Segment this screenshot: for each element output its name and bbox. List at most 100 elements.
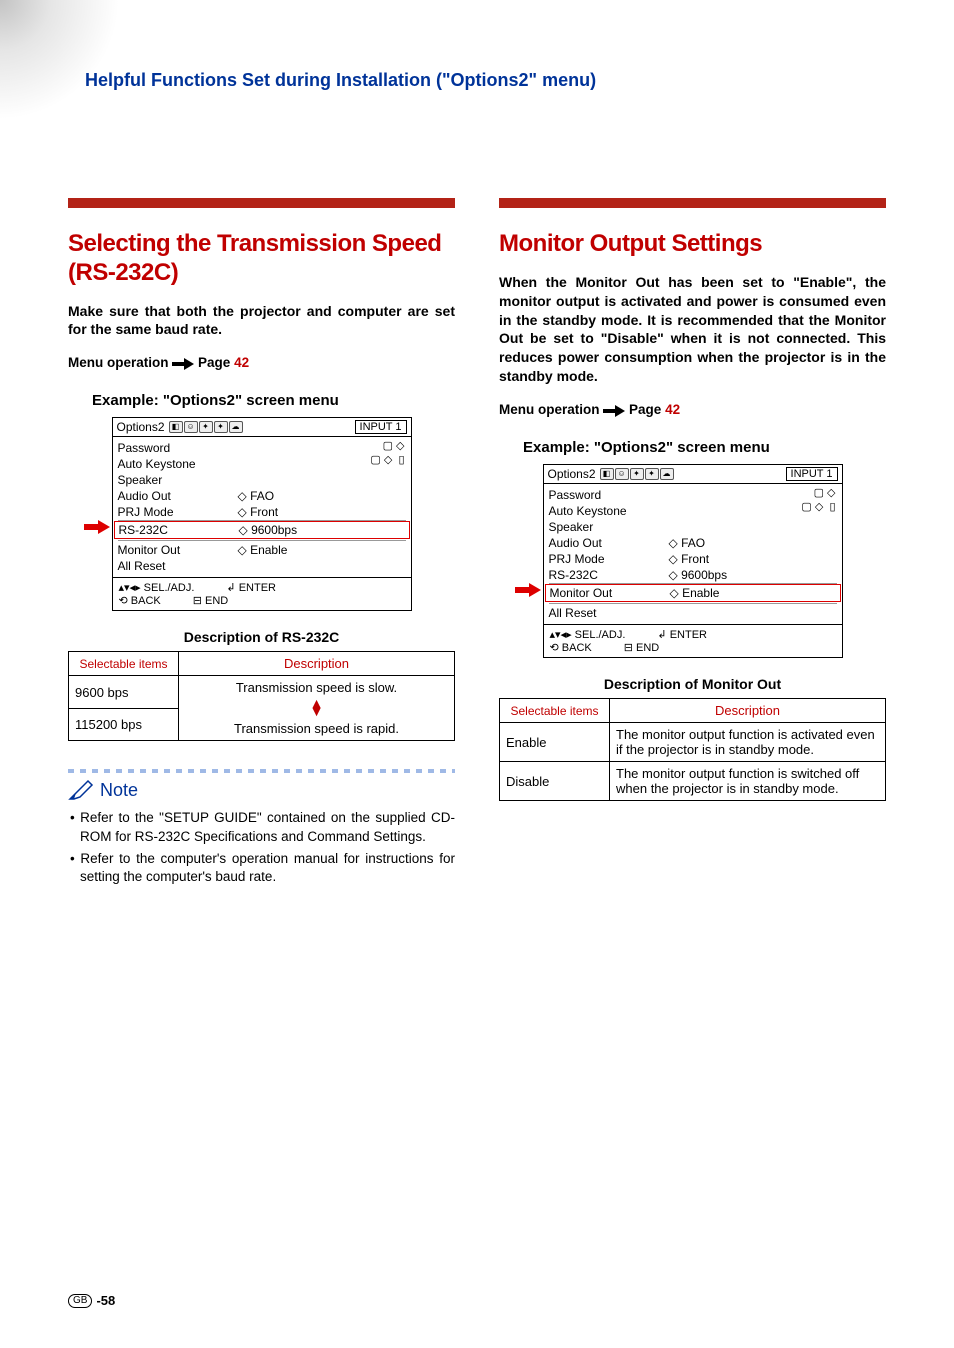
osd-body: ▢ ◇▢ ◇ ▯ Password Auto Keystone Speaker … <box>113 437 411 577</box>
osd-item: All Reset <box>118 558 238 574</box>
desc-title-left: Description of RS-232C <box>68 629 455 645</box>
note-item: Refer to the computer's operation manual… <box>68 850 455 886</box>
pointer-arrow-icon <box>84 520 110 534</box>
osd-val: ◇ 9600bps <box>669 567 728 583</box>
menu-op-right: Menu operation Page 42 <box>499 402 886 417</box>
td-desc: The monitor output function is activated… <box>610 723 886 762</box>
osd-item: Audio Out <box>118 488 238 504</box>
osd-val: ◇ FAO <box>238 488 275 504</box>
menu-op-prefix: Menu operation <box>499 402 600 417</box>
osd-val: ◇ Enable <box>670 585 720 601</box>
note-divider <box>68 769 455 773</box>
osd-icon: ☺ <box>184 421 198 433</box>
osd-item: Speaker <box>118 472 238 488</box>
intro-right: When the Monitor Out has been set to "En… <box>499 273 886 386</box>
osd-icon: ☺ <box>615 468 629 480</box>
osd-title-row: Options2 ◧ ☺ ✦ ✦ ☁ INPUT 1 <box>113 418 411 437</box>
osd-footer: ▴▾◂▸ SEL./ADJ. ↲ ENTER ⟲ BACK ⊟ END <box>544 624 842 657</box>
osd-val: ◇ Front <box>669 551 710 567</box>
menu-figure-right: Options2 ◧ ☺ ✦ ✦ ☁ INPUT 1 ▢ ◇▢ ◇ ▯ Pass… <box>543 464 843 658</box>
osd-menu: Options2 ◧ ☺ ✦ ✦ ☁ INPUT 1 ▢ ◇▢ ◇ ▯ Pass… <box>112 417 412 611</box>
left-column: Selecting the Transmission Speed (RS-232… <box>68 198 455 890</box>
osd-item: All Reset <box>549 605 669 621</box>
desc-title-right: Description of Monitor Out <box>499 676 886 692</box>
th-selectable: Selectable items <box>69 652 179 676</box>
osd-item: Password <box>118 440 238 456</box>
footer: GB -58 <box>68 1293 115 1308</box>
section-bar <box>499 198 886 208</box>
menu-op-page-word: Page <box>198 355 230 370</box>
menu-op-left: Menu operation Page 42 <box>68 355 455 370</box>
menu-op-page-word: Page <box>629 402 661 417</box>
menu-op-prefix: Menu operation <box>68 355 169 370</box>
td-item: 9600 bps <box>69 676 179 709</box>
section-bar <box>68 198 455 208</box>
th-selectable: Selectable items <box>500 699 610 723</box>
osd-menu: Options2 ◧ ☺ ✦ ✦ ☁ INPUT 1 ▢ ◇▢ ◇ ▯ Pass… <box>543 464 843 658</box>
right-column: Monitor Output Settings When the Monitor… <box>499 198 886 890</box>
osd-icon: ✦ <box>645 468 659 480</box>
note-item: Refer to the "SETUP GUIDE" contained on … <box>68 809 455 845</box>
desc-table-left: Selectable items Description 9600 bps Tr… <box>68 651 455 741</box>
note-label: Note <box>100 780 138 801</box>
menu-op-page-num[interactable]: 42 <box>665 402 680 417</box>
pointer-arrow-icon <box>515 583 541 597</box>
th-description: Description <box>179 652 455 676</box>
osd-icon: ◧ <box>600 468 614 480</box>
td-desc-combined: Transmission speed is slow. ▲▼ Transmiss… <box>179 676 455 741</box>
desc-slow: Transmission speed is slow. <box>185 680 448 695</box>
td-item: Disable <box>500 762 610 801</box>
page-header: Helpful Functions Set during Installatio… <box>85 70 596 91</box>
osd-item: RS-232C <box>549 567 669 583</box>
osd-title-row: Options2 ◧ ☺ ✦ ✦ ☁ INPUT 1 <box>544 465 842 484</box>
osd-item: PRJ Mode <box>549 551 669 567</box>
arrow-right-icon <box>172 358 194 370</box>
osd-item: Auto Keystone <box>118 456 238 472</box>
osd-footer: ▴▾◂▸ SEL./ADJ. ↲ ENTER ⟲ BACK ⊟ END <box>113 577 411 610</box>
osd-item: Password <box>549 487 669 503</box>
osd-icon: ☁ <box>660 468 674 480</box>
updown-arrow-icon: ▲▼ <box>310 699 324 715</box>
example-label-left: Example: "Options2" screen menu <box>92 392 455 409</box>
osd-item: Speaker <box>549 519 669 535</box>
td-item: 115200 bps <box>69 708 179 741</box>
menu-op-page-num[interactable]: 42 <box>234 355 249 370</box>
osd-val: ◇ 9600bps <box>239 522 298 538</box>
gb-badge: GB <box>68 1294 92 1308</box>
osd-right-icons: ▢ ◇▢ ◇ ▯ <box>801 486 835 514</box>
td-item: Enable <box>500 723 610 762</box>
osd-highlight: Monitor Out◇ Enable <box>545 584 841 602</box>
osd-body: ▢ ◇▢ ◇ ▯ Password Auto Keystone Speaker … <box>544 484 842 624</box>
note-list: Refer to the "SETUP GUIDE" contained on … <box>68 809 455 886</box>
pencil-note-icon <box>68 779 94 801</box>
osd-input: INPUT 1 <box>355 420 407 434</box>
osd-item: RS-232C <box>119 522 239 538</box>
desc-rapid: Transmission speed is rapid. <box>185 721 448 736</box>
section-title-right: Monitor Output Settings <box>499 230 886 259</box>
content-columns: Selecting the Transmission Speed (RS-232… <box>68 198 886 890</box>
osd-title: Options2 <box>117 420 165 434</box>
menu-figure-left: Options2 ◧ ☺ ✦ ✦ ☁ INPUT 1 ▢ ◇▢ ◇ ▯ Pass… <box>112 417 412 611</box>
th-description: Description <box>610 699 886 723</box>
osd-tab-icons: ◧ ☺ ✦ ✦ ☁ <box>169 421 351 433</box>
td-desc: The monitor output function is switched … <box>610 762 886 801</box>
osd-icon: ✦ <box>214 421 228 433</box>
osd-icon: ☁ <box>229 421 243 433</box>
osd-val: ◇ Front <box>238 504 279 520</box>
osd-right-icons: ▢ ◇▢ ◇ ▯ <box>370 439 404 467</box>
intro-left: Make sure that both the projector and co… <box>68 302 455 340</box>
osd-icon: ✦ <box>630 468 644 480</box>
osd-input: INPUT 1 <box>786 467 838 481</box>
page-number: -58 <box>96 1293 115 1308</box>
osd-title: Options2 <box>548 467 596 481</box>
example-label-right: Example: "Options2" screen menu <box>523 439 886 456</box>
osd-val: ◇ Enable <box>238 542 288 558</box>
section-title-left: Selecting the Transmission Speed (RS-232… <box>68 230 455 288</box>
osd-item: Auto Keystone <box>549 503 669 519</box>
osd-val: ◇ FAO <box>669 535 706 551</box>
arrow-right-icon <box>603 405 625 417</box>
corner-gradient <box>0 0 120 120</box>
osd-item: PRJ Mode <box>118 504 238 520</box>
osd-tab-icons: ◧ ☺ ✦ ✦ ☁ <box>600 468 782 480</box>
desc-table-right: Selectable items Description Enable The … <box>499 698 886 801</box>
